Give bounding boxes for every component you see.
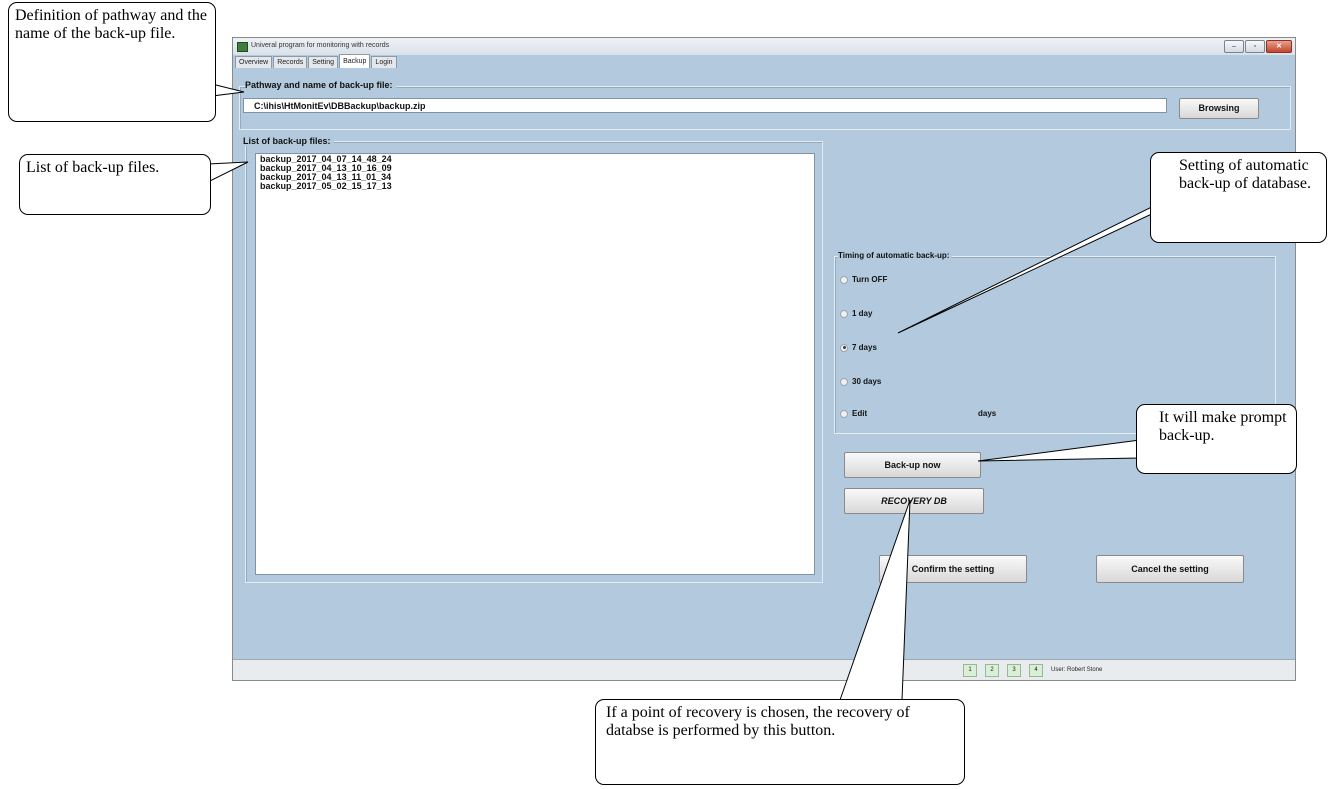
leader-path xyxy=(211,83,245,97)
leader-list xyxy=(207,161,249,183)
leader-recovery xyxy=(839,499,911,701)
callout-path: Definition of pathway and the name of th… xyxy=(8,2,216,122)
callout-list: List of back-up files. xyxy=(19,154,211,215)
callout-recovery: If a point of recovery is chosen, the re… xyxy=(595,699,965,785)
callout-prompt: It will make prompt back-up. xyxy=(1136,404,1297,474)
callout-auto: Setting of automatic back-up of database… xyxy=(1150,152,1327,243)
leader-prompt xyxy=(977,439,1141,462)
